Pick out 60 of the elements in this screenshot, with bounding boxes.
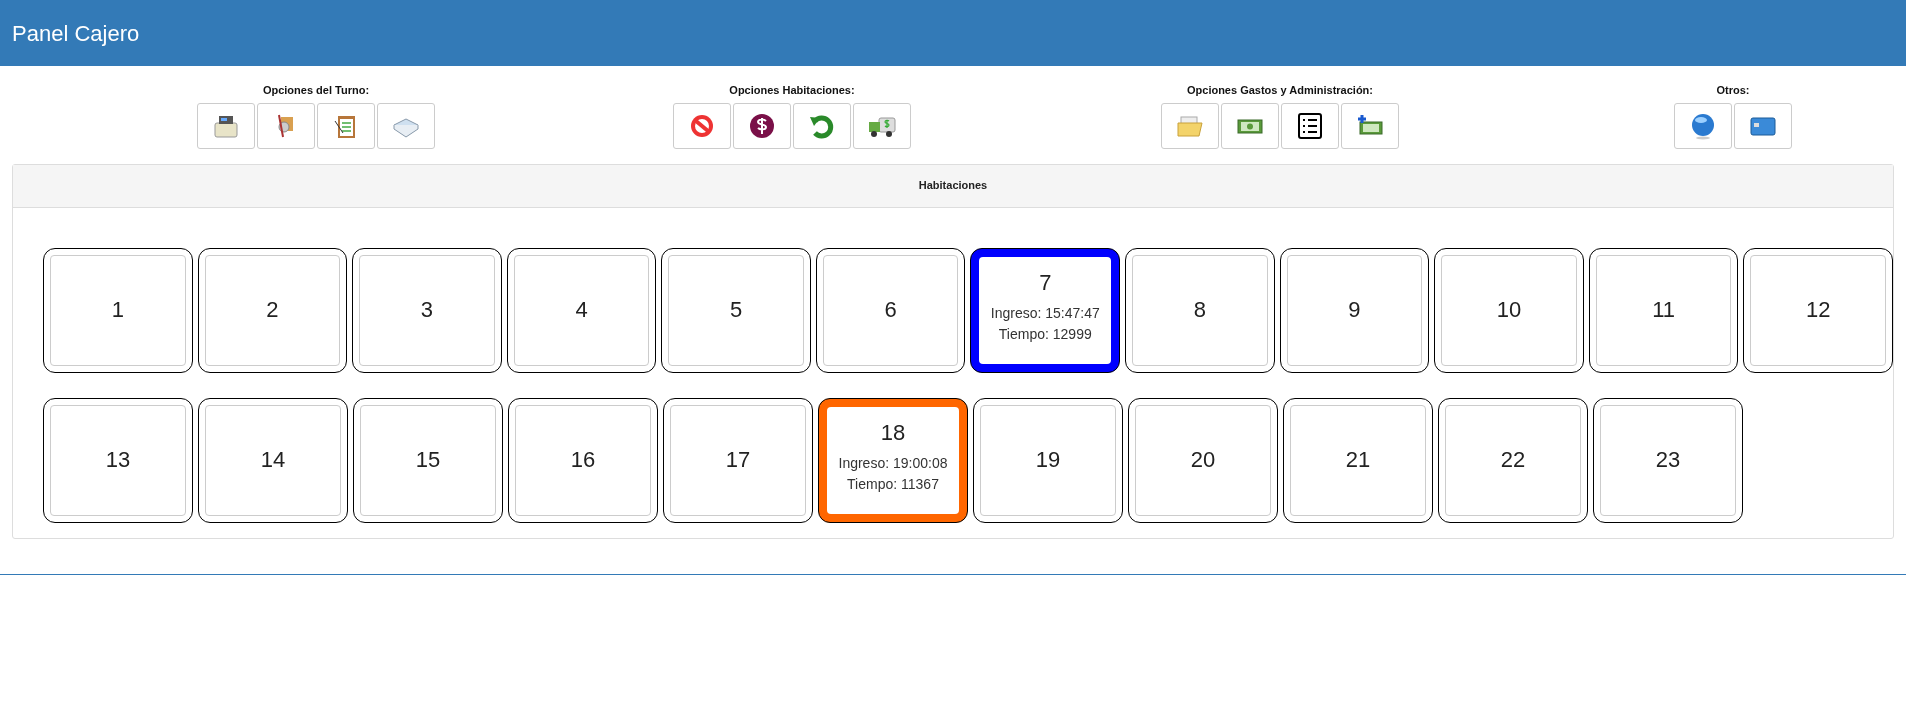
- room-number: 4: [575, 296, 588, 324]
- room-number: 14: [260, 446, 286, 474]
- toolbar-button[interactable]: [197, 102, 255, 149]
- room-number: 5: [729, 296, 743, 324]
- room-tile[interactable]: 2: [197, 247, 348, 373]
- room-tile[interactable]: 21: [1283, 397, 1433, 523]
- room-number: 19: [1035, 446, 1061, 474]
- room-number: 15: [415, 446, 441, 474]
- check-in-time: Ingreso: 15:47:47: [990, 304, 1100, 323]
- room-number: 11: [1652, 296, 1675, 324]
- room-tile[interactable]: 18 Ingreso: 19:00:08 Tiempo: 11367: [818, 397, 968, 523]
- room-tile[interactable]: 16: [508, 397, 658, 523]
- room-number: 3: [420, 296, 434, 324]
- group-label: Opciones Gastos y Administración:: [1187, 83, 1373, 98]
- room-tile[interactable]: 13: [43, 397, 193, 523]
- room-tile[interactable]: 9: [1279, 247, 1430, 373]
- group-label: Otros:: [1716, 83, 1750, 98]
- room-tile[interactable]: 19: [973, 397, 1123, 523]
- panel-title: Habitaciones: [918, 178, 988, 194]
- room-tile[interactable]: 11: [1588, 247, 1739, 373]
- check-in-time: Ingreso: 19:00:08: [838, 454, 948, 473]
- room-tile[interactable]: 22: [1438, 397, 1588, 523]
- toolbar-button[interactable]: [733, 102, 791, 149]
- room-number: 7: [1039, 268, 1052, 296]
- room-number: 8: [1193, 296, 1206, 324]
- group-label: Opciones Habitaciones:: [729, 83, 855, 98]
- room-tile[interactable]: 12: [1743, 247, 1893, 373]
- room-number: 22: [1500, 446, 1526, 474]
- room-number: 9: [1348, 296, 1361, 324]
- room-tile[interactable]: 1: [43, 247, 193, 373]
- room-number: 13: [105, 446, 131, 474]
- room-tile[interactable]: 8: [1125, 247, 1275, 373]
- elapsed-time: Tiempo: 12999: [998, 325, 1092, 344]
- room-tile[interactable]: 20: [1128, 397, 1278, 523]
- room-number: 6: [884, 296, 897, 324]
- room-number: 1: [111, 296, 124, 324]
- room-tile[interactable]: 23: [1593, 397, 1743, 523]
- list-icon: [1295, 110, 1325, 141]
- room-number: 23: [1655, 446, 1681, 474]
- header-title: Panel Cajero: [12, 19, 140, 48]
- room-tile[interactable]: 3: [352, 247, 502, 373]
- room-number: 12: [1805, 296, 1831, 324]
- room-number: 21: [1345, 446, 1371, 474]
- room-tile[interactable]: 17: [663, 397, 813, 523]
- room-tile[interactable]: 6: [815, 247, 966, 373]
- room-number: 17: [725, 446, 751, 474]
- toolbar-button[interactable]: [1281, 102, 1339, 149]
- room-tile[interactable]: 7 Ingreso: 15:47:47 Tiempo: 12999: [970, 247, 1121, 373]
- room-tile[interactable]: 10: [1434, 247, 1584, 373]
- room-tile[interactable]: 5: [661, 247, 811, 373]
- room-number: 20: [1190, 446, 1216, 474]
- room-number: 2: [266, 296, 279, 324]
- group-label: Opciones del Turno:: [262, 83, 370, 98]
- elapsed-time: Tiempo: 11367: [847, 475, 939, 494]
- room-tile[interactable]: 15: [353, 397, 503, 523]
- room-tile[interactable]: 14: [198, 397, 348, 523]
- room-number: 18: [880, 418, 906, 446]
- room-number: 10: [1496, 296, 1522, 324]
- room-tile[interactable]: 4: [506, 247, 657, 373]
- room-number: 16: [570, 446, 596, 474]
